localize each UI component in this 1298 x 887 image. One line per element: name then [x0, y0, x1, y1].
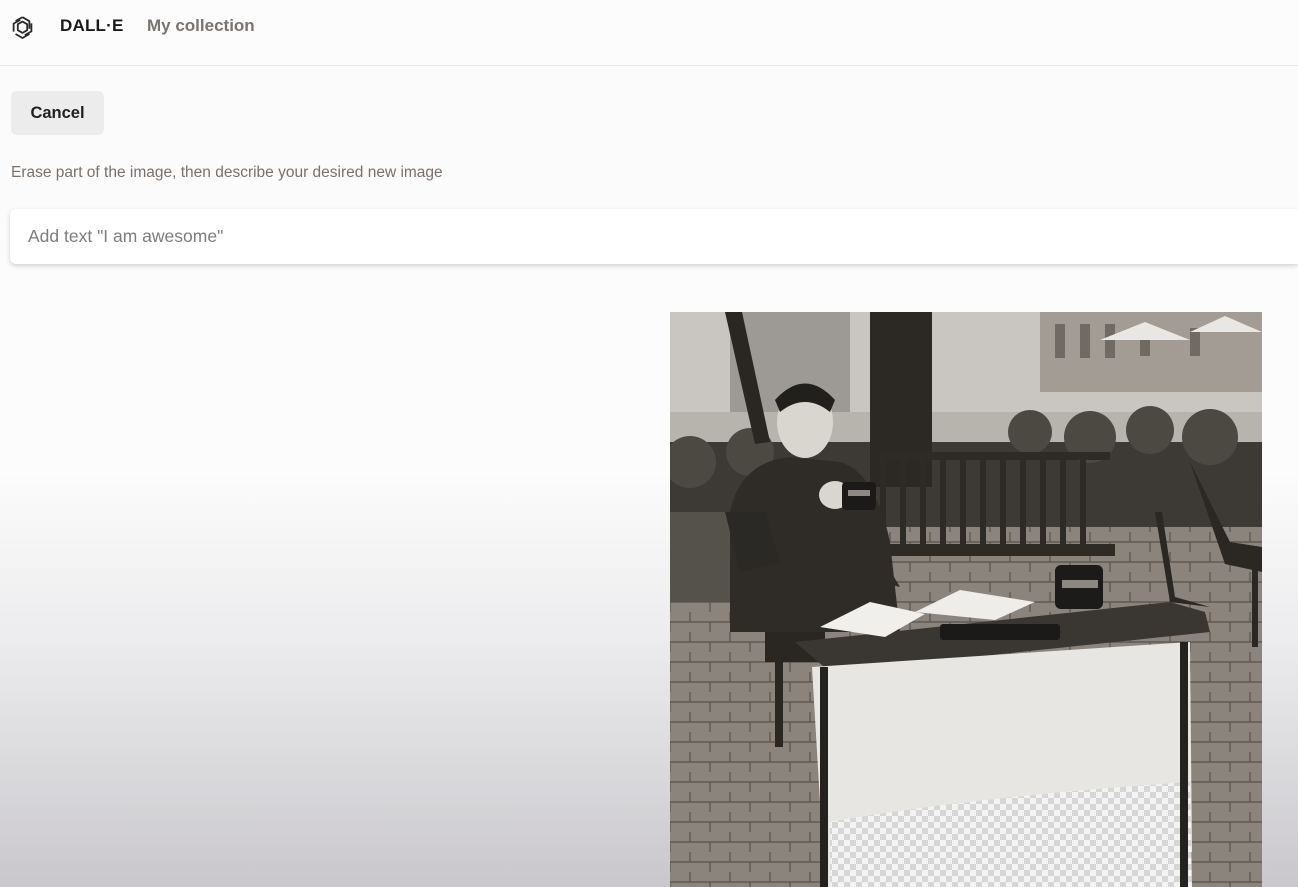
edit-instruction: Erase part of the image, then describe y… [11, 164, 443, 181]
nav-my-collection[interactable]: My collection [147, 16, 255, 36]
openai-logo-icon[interactable] [9, 14, 36, 41]
prompt-input[interactable] [28, 209, 1278, 264]
cancel-button[interactable]: Cancel [11, 91, 104, 135]
top-bar: DALL·E My collection [0, 0, 1298, 66]
prompt-box [10, 209, 1298, 264]
brand-title[interactable]: DALL·E [60, 16, 124, 36]
edit-image-canvas[interactable] [670, 312, 1262, 887]
